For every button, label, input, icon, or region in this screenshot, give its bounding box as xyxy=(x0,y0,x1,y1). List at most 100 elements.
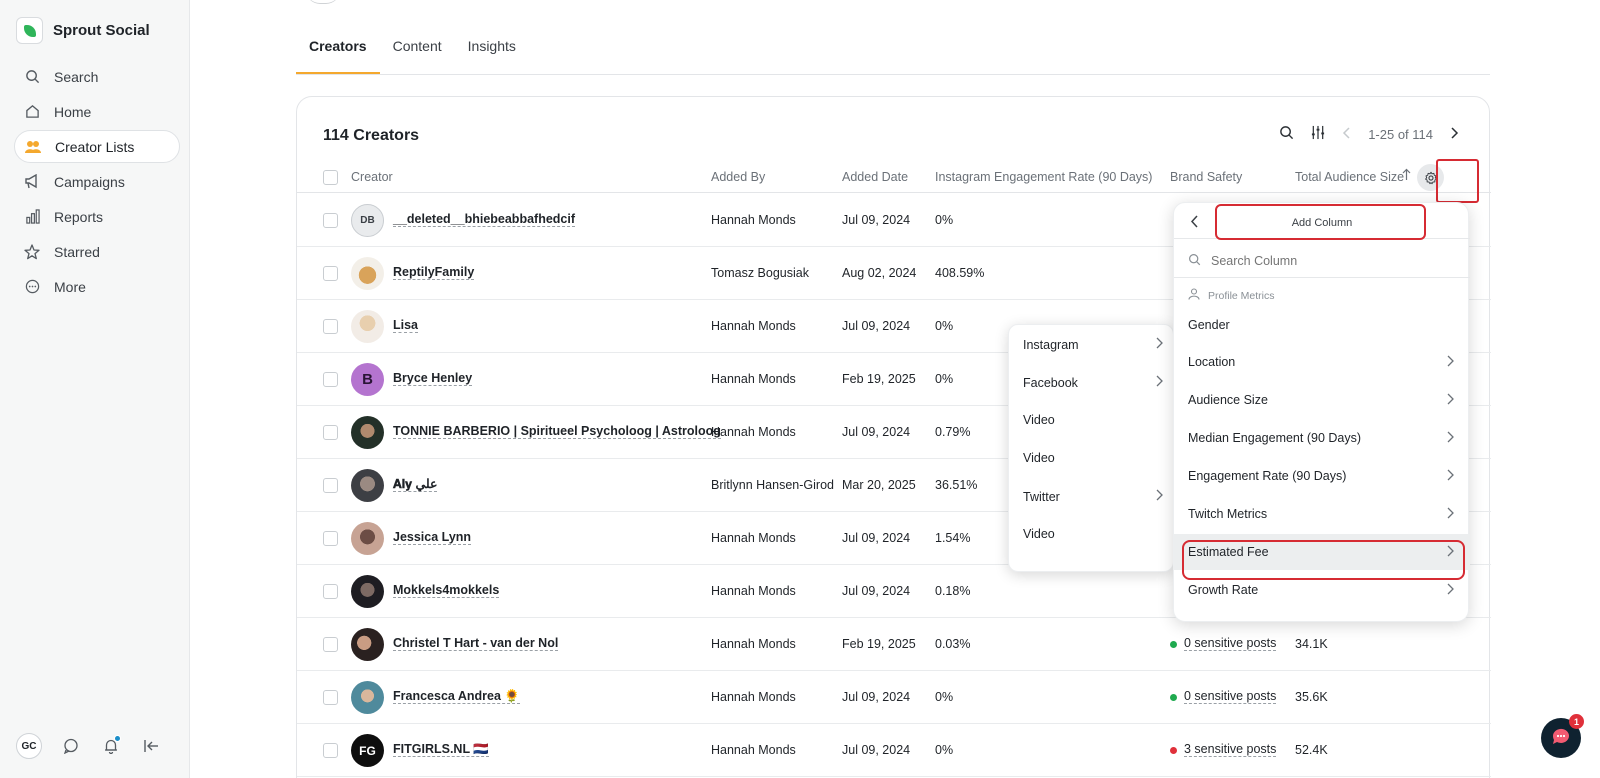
tab-creators[interactable]: Creators xyxy=(296,38,380,74)
engagement-rate: 0% xyxy=(935,743,954,757)
avatar xyxy=(351,522,384,555)
submenu-item-instagram[interactable]: Instagram xyxy=(1023,337,1163,352)
brand-safety-status[interactable]: 0 sensitive posts xyxy=(1170,690,1277,704)
sidebar-item-starred[interactable]: Starred xyxy=(14,235,180,268)
tab-insights[interactable]: Insights xyxy=(455,38,529,74)
brand-name: Sprout Social xyxy=(53,22,150,39)
column-option-gender[interactable]: Gender xyxy=(1174,307,1470,343)
creator-name[interactable]: Lisa xyxy=(393,319,419,333)
creator-name[interactable]: 𝐀𝐥𝐲 علي xyxy=(393,478,438,492)
added-date: Jul 09, 2024 xyxy=(842,531,911,545)
brand-safety-status[interactable]: 3 sensitive posts xyxy=(1170,743,1277,757)
creator-name[interactable]: Christel T Hart - van der Nol xyxy=(393,637,559,651)
creator-name[interactable]: Bryce Henley xyxy=(393,372,473,386)
sidebar-item-more[interactable]: More xyxy=(14,270,180,303)
creator-name[interactable]: Jessica Lynn xyxy=(393,531,472,545)
submenu-item-twitter[interactable]: Twitter xyxy=(1023,489,1163,504)
column-header-engagement[interactable]: Instagram Engagement Rate (90 Days) xyxy=(935,170,1152,184)
sidebar-item-creator-lists[interactable]: Creator Lists xyxy=(14,130,180,163)
back-chevron-icon[interactable] xyxy=(1190,215,1199,231)
notification-dot xyxy=(114,735,121,742)
added-by: Tomasz Bogusiak xyxy=(711,266,809,280)
submenu-item-video[interactable]: Video xyxy=(1023,413,1163,427)
brand-safety-status[interactable]: 0 sensitive posts xyxy=(1170,637,1277,651)
audience-size: 34.1K xyxy=(1295,637,1328,651)
user-avatar[interactable]: GC xyxy=(16,733,42,759)
added-date: Jul 09, 2024 xyxy=(842,425,911,439)
filter-sliders-icon[interactable] xyxy=(1310,125,1326,143)
added-date: Mar 20, 2025 xyxy=(842,478,916,492)
sidebar-item-search[interactable]: Search xyxy=(14,60,180,93)
bell-icon[interactable] xyxy=(100,735,122,757)
table-header: Creator Added By Added Date Instagram En… xyxy=(297,163,1491,193)
row-checkbox[interactable] xyxy=(323,266,338,281)
status-dot-green xyxy=(1170,693,1177,701)
brand[interactable]: Sprout Social xyxy=(16,17,150,44)
creator-name[interactable]: FITGIRLS.NL 🇳🇱 xyxy=(393,743,489,757)
select-all-checkbox[interactable] xyxy=(323,170,338,185)
avatar xyxy=(351,628,384,661)
row-checkbox[interactable] xyxy=(323,478,338,493)
column-header-audience-size[interactable]: Total Audience Size xyxy=(1295,170,1404,184)
sort-arrow-up-icon[interactable] xyxy=(1402,168,1411,184)
submenu-item-video[interactable]: Video xyxy=(1023,451,1163,465)
search-column-field[interactable] xyxy=(1188,248,1448,274)
added-by: Hannah Monds xyxy=(711,743,796,757)
estimated-fee-highlight-box xyxy=(1182,540,1465,580)
column-header-brand-safety[interactable]: Brand Safety xyxy=(1170,170,1242,184)
table-row[interactable]: Christel T Hart - van der Nol Hannah Mon… xyxy=(297,618,1491,671)
collapse-sidebar-icon[interactable] xyxy=(140,735,162,757)
chevron-right-icon xyxy=(1446,469,1454,484)
header-avatar-edge xyxy=(306,0,340,4)
row-checkbox[interactable] xyxy=(323,213,338,228)
row-checkbox[interactable] xyxy=(323,531,338,546)
engagement-rate: 0% xyxy=(935,690,954,704)
creator-name[interactable]: Mokkels4mokkels xyxy=(393,584,500,598)
column-header-added-by[interactable]: Added By xyxy=(711,170,765,184)
sidebar-item-home[interactable]: Home xyxy=(14,95,180,128)
row-checkbox[interactable] xyxy=(323,584,338,599)
added-by: Hannah Monds xyxy=(711,637,796,651)
column-header-creator[interactable]: Creator xyxy=(351,170,393,184)
creator-name[interactable]: __deleted__bhiebeabbafhedcif xyxy=(393,213,576,227)
creator-name[interactable]: ReptilyFamily xyxy=(393,266,475,280)
chevron-right-icon xyxy=(1446,507,1454,522)
chevron-right-icon xyxy=(1155,489,1163,504)
row-checkbox[interactable] xyxy=(323,637,338,652)
user-icon xyxy=(1188,288,1200,303)
creator-name[interactable]: TONNIE BARBERIO | Spiritueel Psycholoog … xyxy=(393,425,721,439)
search-column-input[interactable] xyxy=(1211,254,1431,268)
column-option-engagement-rate[interactable]: Engagement Rate (90 Days) xyxy=(1174,458,1470,494)
sidebar-item-campaigns[interactable]: Campaigns xyxy=(14,165,180,198)
column-header-added-date[interactable]: Added Date xyxy=(842,170,908,184)
search-icon[interactable] xyxy=(1279,125,1294,143)
prev-page-icon[interactable] xyxy=(1342,126,1352,142)
creator-name[interactable]: Francesca Andrea 🌻 xyxy=(393,690,520,704)
users-icon xyxy=(25,139,41,155)
row-checkbox[interactable] xyxy=(323,319,338,334)
added-date: Aug 02, 2024 xyxy=(842,266,917,280)
added-date: Jul 09, 2024 xyxy=(842,690,911,704)
tab-content[interactable]: Content xyxy=(380,38,455,74)
table-row[interactable]: FG FITGIRLS.NL 🇳🇱 Hannah Monds Jul 09, 2… xyxy=(297,724,1491,777)
added-by: Hannah Monds xyxy=(711,372,796,386)
submenu-item-video[interactable]: Video xyxy=(1023,527,1163,541)
sidebar-item-reports[interactable]: Reports xyxy=(14,200,180,233)
column-option-twitch-metrics[interactable]: Twitch Metrics xyxy=(1174,496,1470,532)
added-date: Jul 09, 2024 xyxy=(842,213,911,227)
column-option-location[interactable]: Location xyxy=(1174,344,1470,380)
engagement-rate: 0% xyxy=(935,319,954,333)
column-option-median-engagement[interactable]: Median Engagement (90 Days) xyxy=(1174,420,1470,456)
added-by: Hannah Monds xyxy=(711,425,796,439)
row-checkbox[interactable] xyxy=(323,425,338,440)
row-checkbox[interactable] xyxy=(323,372,338,387)
home-icon xyxy=(24,104,40,120)
row-checkbox[interactable] xyxy=(323,743,338,758)
chat-bubble-icon[interactable] xyxy=(60,735,82,757)
next-page-icon[interactable] xyxy=(1449,126,1459,142)
column-option-audience-size[interactable]: Audience Size xyxy=(1174,382,1470,418)
table-row[interactable]: Francesca Andrea 🌻 Hannah Monds Jul 09, … xyxy=(297,671,1491,724)
engagement-rate: 0.03% xyxy=(935,637,971,651)
submenu-item-facebook[interactable]: Facebook xyxy=(1023,375,1163,390)
row-checkbox[interactable] xyxy=(323,690,338,705)
